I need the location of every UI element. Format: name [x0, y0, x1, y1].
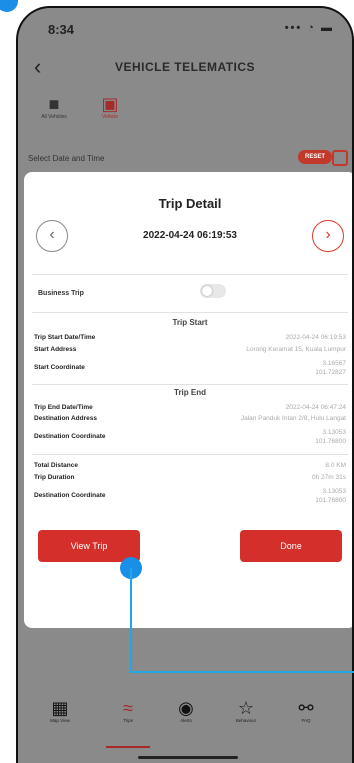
tab-label: Behaviour [235, 718, 257, 723]
toggle-knob [202, 286, 212, 296]
tab-map-view[interactable]: ▦ Map View [36, 698, 84, 723]
tab-behaviour[interactable]: ☆ Behaviour [222, 698, 270, 723]
row-value: 2022-04-24 06:19:53 [285, 334, 346, 341]
calendar-icon[interactable] [332, 150, 348, 166]
selector-label: Select Date and Time [28, 154, 105, 163]
highlight-dot [0, 0, 18, 12]
status-time: 8:34 [48, 22, 75, 37]
row-label: Trip End Date/Time [34, 404, 93, 411]
row-label: Destination Address [34, 415, 97, 422]
status-indicators: ••• ◔ ▬ [284, 22, 334, 34]
car-icon: ■ [48, 94, 60, 114]
phone-frame: 8:34 ••• ◔ ▬ ‹ VEHICLE TELEMATICS ■ All … [16, 6, 354, 763]
map-view-icon: ▦ [51, 698, 69, 718]
car-selected-icon: ▣ [101, 94, 119, 114]
divider [32, 454, 348, 455]
active-tab-indicator [106, 746, 150, 748]
trip-start-heading: Trip Start [172, 318, 208, 327]
business-trip-label: Business Trip [38, 290, 84, 297]
row-label: Trip Start Date/Time [34, 334, 96, 341]
row-value: Lorong Keramat 15, Kuala Lumpur [246, 346, 346, 353]
vehicle-tab-selected[interactable]: ▣ Vehicle [80, 94, 140, 120]
trips-icon: ≈ [123, 698, 133, 718]
behaviour-icon: ☆ [237, 698, 255, 718]
row-value: 3.13053 [322, 488, 347, 495]
view-trip-button[interactable]: View Trip [38, 530, 140, 562]
status-bar: 8:34 ••• ◔ ▬ [18, 8, 352, 42]
highlight-line [130, 671, 354, 673]
row-value: Jalan Panduk Intan 2/8, Hulu Langat [240, 415, 346, 422]
row-label: Destination Coordinate [34, 433, 106, 440]
trip-end-heading: Trip End [174, 388, 206, 397]
home-indicator [138, 756, 238, 759]
tab-faq[interactable]: ⚯ FAQ [282, 698, 330, 723]
vehicle-tab-label: Vehicle [101, 114, 119, 120]
trip-datetime: 2022-04-24 06:19:53 [143, 230, 237, 241]
alerts-icon: ◉ [178, 698, 194, 718]
tab-label: Map View [50, 718, 70, 723]
divider [32, 312, 348, 313]
row-value-secondary: 101.76800 [315, 497, 346, 504]
done-button[interactable]: Done [240, 530, 342, 562]
modal-title: Trip Detail [158, 196, 222, 211]
page-title: VEHICLE TELEMATICS [114, 60, 256, 74]
trip-detail-modal: Trip Detail ‹ 2022-04-24 06:19:53 › Busi… [24, 172, 352, 628]
row-label: Start Coordinate [34, 364, 85, 371]
row-value: 3.16567 [322, 360, 347, 367]
reset-button[interactable]: RESET [298, 150, 332, 164]
next-trip-button[interactable]: › [312, 220, 344, 252]
tab-alerts[interactable]: ◉ Alerts [162, 698, 210, 723]
date-time-selector[interactable]: Select Date and Time RESET [18, 148, 352, 168]
row-value: 2022-04-24 06:47:24 [285, 404, 346, 411]
business-trip-toggle[interactable] [200, 284, 226, 298]
row-label: Total Distance [34, 462, 78, 469]
app-header: ‹ VEHICLE TELEMATICS [18, 42, 352, 94]
row-value: 8.0 KM [325, 462, 346, 469]
tab-trips[interactable]: ≈ Trips [104, 698, 152, 723]
row-value: 0h 27m 31s [312, 474, 346, 481]
tab-label: FAQ [301, 718, 311, 723]
vehicle-tab-label: All Vehicles [41, 114, 67, 120]
vehicle-tab-all[interactable]: ■ All Vehicles [24, 94, 84, 120]
highlight-line [130, 568, 132, 672]
tab-label: Trips [123, 718, 133, 723]
vehicle-tabs: ■ All Vehicles ▣ Vehicle [18, 94, 352, 138]
row-value-secondary: 101.72827 [315, 369, 346, 376]
row-value-secondary: 101.76800 [315, 438, 346, 445]
divider [32, 384, 348, 385]
bottom-tab-bar: ▦ Map View ≈ Trips ◉ Alerts ☆ Behaviour … [18, 688, 352, 763]
faq-icon: ⚯ [298, 698, 314, 718]
row-label: Trip Duration [34, 474, 75, 481]
row-value: 3.13053 [322, 429, 347, 436]
row-label: Destination Coordinate [34, 492, 106, 499]
tab-label: Alerts [180, 718, 192, 723]
row-label: Start Address [34, 346, 77, 353]
divider [32, 274, 348, 275]
